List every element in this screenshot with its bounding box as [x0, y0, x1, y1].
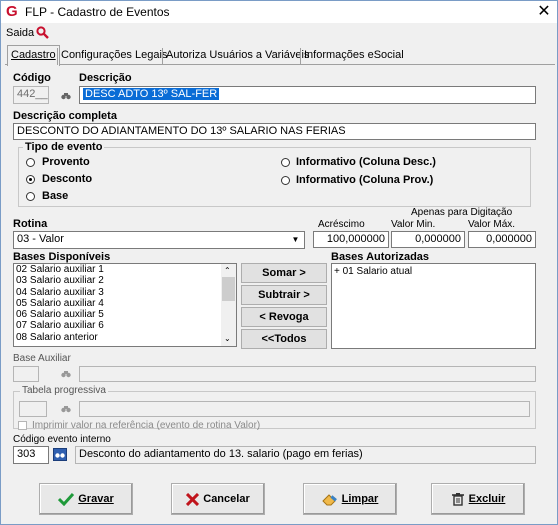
base-auxiliar-desc-field[interactable]	[79, 366, 536, 382]
imprimir-valor-checkbox[interactable]	[18, 421, 27, 430]
title-bar[interactable]: G FLP - Cadastro de Eventos ✕	[1, 1, 557, 23]
tabela-progressiva-desc-field[interactable]	[79, 401, 530, 417]
list-item[interactable]: + 01 Salario atual	[332, 264, 535, 277]
provento-label: Provento	[42, 156, 90, 168]
informativo-prov-label: Informativo (Coluna Prov.)	[296, 174, 434, 186]
acrescimo-label: Acréscimo	[318, 219, 365, 230]
descricao-label: Descrição	[79, 72, 132, 84]
radio-base[interactable]	[26, 192, 35, 201]
gravar-button[interactable]: Gravar	[39, 483, 133, 515]
base-auxiliar-code-field[interactable]	[13, 366, 39, 382]
chevron-up-icon[interactable]: ⌃	[224, 266, 231, 275]
list-item[interactable]: 06 Salario auxiliar 5	[14, 309, 236, 320]
scroll-thumb[interactable]	[222, 277, 235, 301]
limpar-button[interactable]: Limpar	[303, 483, 397, 515]
cancelar-button[interactable]: Cancelar	[171, 483, 265, 515]
valor-max-field[interactable]: 0,000000	[468, 231, 536, 248]
window: G FLP - Cadastro de Eventos ✕ Saida Cada…	[0, 0, 558, 525]
binoculars-icon[interactable]	[61, 405, 71, 413]
tab-autoriza-usuarios[interactable]: Autoriza Usuários a Variáveis	[162, 48, 312, 65]
base-auxiliar-label: Base Auxiliar	[13, 353, 71, 364]
radio-provento[interactable]	[26, 158, 35, 167]
codigo-evento-interno-label: Código evento interno	[13, 434, 111, 445]
acrescimo-field[interactable]: 100,000000	[313, 231, 389, 248]
subtrair-button[interactable]: Subtrair >	[241, 285, 327, 305]
menu-item-saida[interactable]: Saida	[6, 27, 34, 39]
imprimir-valor-label: Imprimir valor na referência (evento de …	[32, 420, 261, 431]
tab-bar: Cadastro Configurações Legais Autoriza U…	[5, 45, 555, 66]
tab-informacoes-esocial[interactable]: Informações eSocial	[300, 48, 407, 65]
list-item[interactable]: 08 Salario anterior	[14, 332, 236, 343]
excluir-label: Excluir	[468, 493, 506, 505]
menu-bar: Saida	[1, 24, 557, 42]
rotina-value: 03 - Valor	[17, 233, 64, 245]
list-item[interactable]: 03 Salario auxiliar 2	[14, 275, 236, 286]
bases-autorizadas-list[interactable]: + 01 Salario atual	[331, 263, 536, 349]
radio-informativo-prov[interactable]	[281, 176, 290, 185]
informativo-desc-label: Informativo (Coluna Desc.)	[296, 156, 436, 168]
tipo-evento-label: Tipo de evento	[23, 141, 105, 153]
binoculars-icon[interactable]	[61, 370, 71, 378]
revoga-button[interactable]: < Revoga	[241, 307, 327, 327]
eraser-icon	[321, 494, 337, 506]
close-button[interactable]: ✕	[533, 2, 555, 22]
descricao-field[interactable]: DESC ADTO 13º SAL-FER	[79, 86, 536, 104]
rotina-select[interactable]: 03 - Valor ▼	[13, 231, 305, 249]
list-item[interactable]: 07 Salario auxiliar 6	[14, 320, 236, 331]
descricao-completa-field[interactable]: DESCONTO DO ADIANTAMENTO DO 13º SALARIO …	[13, 123, 536, 140]
somar-button[interactable]: Somar >	[241, 263, 327, 283]
todos-button[interactable]: <<Todos	[241, 329, 327, 349]
binoculars-icon[interactable]	[61, 92, 71, 100]
descricao-value: DESC ADTO 13º SAL-FER	[83, 88, 220, 100]
list-item[interactable]: 04 Salario auxiliar 3	[14, 287, 236, 298]
excluir-button[interactable]: Excluir	[431, 483, 525, 515]
tabela-progressiva-label: Tabela progressiva	[20, 385, 108, 396]
list-item[interactable]: 05 Salario auxiliar 4	[14, 298, 236, 309]
apenas-digitacao-label: Apenas para Digitação	[411, 207, 513, 218]
tabela-progressiva-code-field[interactable]	[19, 401, 47, 417]
cancelar-label: Cancelar	[203, 493, 250, 505]
tipo-evento-group	[18, 147, 531, 207]
app-logo-icon: G	[6, 3, 18, 20]
tab-cadastro[interactable]: Cadastro	[7, 45, 60, 66]
valor-min-label: Valor Min.	[391, 219, 436, 230]
bases-disponiveis-list[interactable]: 02 Salario auxiliar 1 03 Salario auxilia…	[13, 263, 237, 347]
window-title: FLP - Cadastro de Eventos	[25, 5, 170, 19]
bases-autorizadas-label: Bases Autorizadas	[331, 251, 430, 263]
codigo-field[interactable]: 442__	[13, 86, 49, 104]
trash-icon	[451, 493, 464, 506]
limpar-label: Limpar	[341, 493, 379, 505]
rotina-label: Rotina	[13, 218, 48, 230]
cancel-x-icon	[186, 492, 200, 506]
base-label: Base	[42, 190, 69, 202]
gravar-label: Gravar	[78, 493, 114, 505]
codigo-evento-interno-field[interactable]: 303	[13, 446, 49, 464]
search-icon[interactable]	[36, 26, 49, 39]
check-icon	[58, 492, 75, 506]
desconto-label: Desconto	[42, 173, 93, 185]
radio-desconto[interactable]	[26, 175, 35, 184]
lookup-icon[interactable]	[53, 448, 67, 461]
radio-informativo-desc[interactable]	[281, 158, 290, 167]
descricao-completa-label: Descrição completa	[13, 110, 117, 122]
scrollbar[interactable]: ⌃ ⌄	[221, 264, 236, 346]
bases-disponiveis-label: Bases Disponíveis	[13, 251, 111, 263]
tab-configuracoes-legais[interactable]: Configurações Legais	[57, 48, 170, 65]
valor-min-field[interactable]: 0,000000	[391, 231, 465, 248]
codigo-label: Código	[13, 72, 51, 84]
list-item[interactable]: 02 Salario auxiliar 1	[14, 264, 236, 275]
valor-max-label: Valor Máx.	[468, 219, 516, 230]
chevron-down-icon[interactable]: ⌄	[224, 334, 231, 343]
chevron-down-icon[interactable]: ▼	[289, 233, 302, 247]
codigo-evento-interno-desc: Desconto do adiantamento do 13. salario …	[75, 446, 536, 464]
